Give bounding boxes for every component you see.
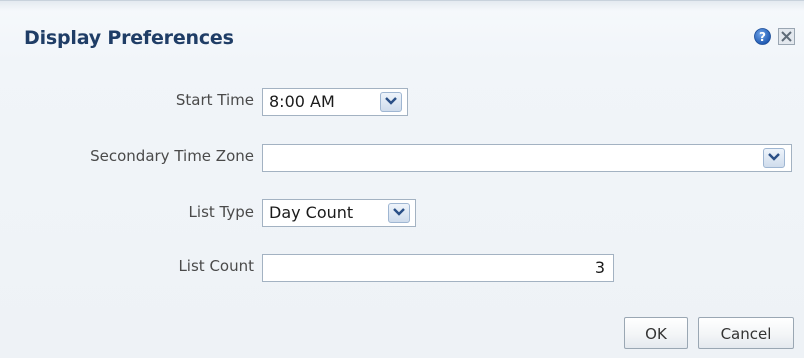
list-count-input[interactable]: 3: [262, 254, 614, 282]
chevron-down-icon[interactable]: [380, 92, 402, 112]
display-preferences-dialog: Display Preferences ? Start Time 8:00 AM…: [0, 0, 804, 358]
secondary-time-zone-label: Secondary Time Zone: [90, 147, 254, 165]
chevron-down-icon[interactable]: [763, 148, 785, 168]
ok-button[interactable]: OK: [624, 317, 688, 349]
list-type-select[interactable]: Day Count: [262, 199, 416, 227]
dialog-title: Display Preferences: [24, 27, 234, 49]
start-time-select[interactable]: 8:00 AM: [262, 88, 408, 116]
list-count-label: List Count: [178, 257, 254, 275]
secondary-time-zone-select[interactable]: [262, 144, 792, 172]
svg-text:?: ?: [759, 30, 766, 44]
start-time-label: Start Time: [175, 91, 254, 109]
close-icon[interactable]: [778, 28, 795, 45]
list-type-label: List Type: [188, 203, 254, 221]
cancel-button[interactable]: Cancel: [698, 317, 794, 349]
list-type-value: Day Count: [269, 203, 354, 222]
chevron-down-icon[interactable]: [388, 203, 410, 223]
start-time-value: 8:00 AM: [269, 92, 335, 111]
help-icon[interactable]: ?: [754, 28, 771, 45]
